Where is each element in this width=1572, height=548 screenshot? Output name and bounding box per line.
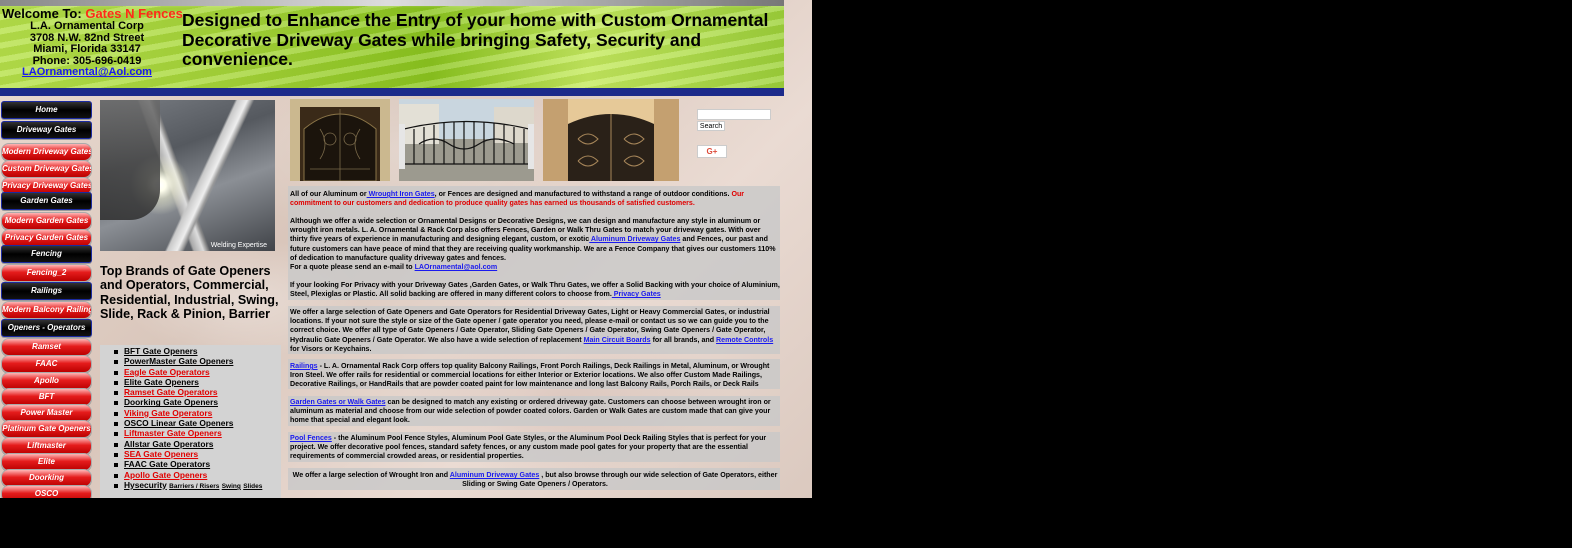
brand-name: Gates N Fences — [85, 6, 183, 21]
pool-fences-link[interactable]: Pool Fences — [290, 434, 332, 442]
search-input[interactable] — [697, 109, 771, 120]
brand-list-item: BFT Gate Openers — [110, 346, 262, 356]
brand-link[interactable]: BFT Gate Openers — [124, 346, 198, 356]
search-button[interactable]: Search — [697, 121, 725, 131]
nav-item-modern-driveway-gates[interactable]: Modern Driveway Gates — [1, 143, 92, 161]
p8-text: We offer a large selection of Wrought Ir… — [292, 471, 450, 479]
paragraph-pool-fences: Pool Fences - the Aluminum Pool Fence St… — [290, 434, 780, 462]
nav-item-platinum-gate-openers[interactable]: Platinum Gate Openers — [1, 420, 92, 438]
brand-link[interactable]: OSCO Linear Gate Openers — [124, 418, 233, 428]
paragraph-designs: Although we offer a wide selection or Or… — [290, 217, 780, 272]
brand-link[interactable]: Viking Gate Operators — [124, 408, 212, 418]
brand-list-item: FAAC Gate Operators — [110, 459, 262, 469]
brand-link[interactable]: Ramset Gate Operators — [124, 387, 218, 397]
brand-list-item: Allstar Gate Operators — [110, 439, 262, 449]
nav-item-fencing-2[interactable]: Fencing_2 — [1, 264, 92, 282]
header-banner: Welcome To: Gates N Fences L.A. Ornament… — [0, 0, 784, 96]
brand-link[interactable]: Allstar Gate Operators — [124, 439, 213, 449]
brand-link[interactable]: FAAC Gate Operators — [124, 459, 210, 469]
brand-link[interactable]: PowerMaster Gate Openers — [124, 356, 233, 366]
brands-heading: Top Brands of Gate Openers and Operators… — [100, 264, 279, 322]
paragraph-privacy: If your looking For Privacy with your Dr… — [290, 281, 780, 299]
railings-link[interactable]: Railings — [290, 362, 318, 370]
p3-text: If your looking For Privacy with your Dr… — [290, 281, 780, 299]
header-bottom-strip — [0, 88, 784, 96]
p4-text-b: for all brands, and — [650, 335, 717, 344]
p7-text: - the Aluminum Pool Fence Styles, Alumin… — [290, 434, 767, 461]
p5-text: - L. A. Ornamental Rack Corp offers top … — [290, 362, 770, 389]
welder-figure — [100, 100, 160, 220]
nav-item-home[interactable]: Home — [1, 101, 92, 119]
brand-link[interactable]: SEA Gate Openers — [124, 449, 198, 459]
nav-item-openers-operators[interactable]: Openers - Operators — [1, 319, 92, 337]
aluminum-driveway-gates-link-2[interactable]: Aluminum Driveway Gates — [450, 471, 540, 479]
brand-list-item: Viking Gate Operators — [110, 408, 262, 418]
p1-text-b: , or Fences are designed and manufacture… — [434, 190, 730, 198]
paragraph-garden-gates: Garden Gates or Walk Gates can be design… — [290, 398, 780, 426]
brand-link[interactable]: Liftmaster Gate Openers — [124, 428, 222, 438]
paragraph-closing: We offer a large selection of Wrought Ir… — [290, 471, 780, 489]
brand-list-item: Apollo Gate Openers — [110, 470, 262, 480]
welcome-text: Welcome To: Gates N Fences — [2, 6, 183, 21]
nav-item-ramset[interactable]: Ramset — [1, 338, 92, 356]
brand-list-item: Liftmaster Gate Openers — [110, 428, 262, 438]
brand-list-item: OSCO Linear Gate Openers — [110, 418, 262, 428]
brand-list-item: Eagle Gate Operators — [110, 367, 262, 377]
p2-quote-text: For a quote please send an e-mail to — [290, 263, 415, 272]
welding-image: Welding Expertise — [100, 100, 275, 251]
p1-text: All of our Aluminum or — [290, 190, 367, 198]
paragraph-openers: We offer a large selection of Gate Opene… — [290, 308, 780, 354]
nav-item-custom-driveway-gates[interactable]: Custom Driveway Gates — [1, 160, 92, 178]
nav-item-driveway-gates[interactable]: Driveway Gates — [1, 121, 92, 139]
google-plus-button[interactable]: G+ — [697, 145, 727, 158]
page: Welcome To: Gates N Fences L.A. Ornament… — [0, 0, 812, 498]
brand-list-item: SEA Gate Openers — [110, 449, 262, 459]
nav-item-modern-garden-gates[interactable]: Modern Garden Gates — [1, 212, 92, 230]
nav-item-railings[interactable]: Railings — [1, 282, 92, 300]
brands-list: BFT Gate Openers PowerMaster Gate Openers… — [110, 346, 262, 492]
gate-image-scroll — [543, 99, 679, 181]
hysecurity-barriers-link[interactable]: Barriers / Risers — [169, 483, 219, 490]
brand-link[interactable]: Eagle Gate Operators — [124, 367, 210, 377]
garden-gates-link[interactable]: Garden Gates or Walk Gates — [290, 398, 386, 406]
brand-list-item: PowerMaster Gate Openers — [110, 356, 262, 366]
brand-list-item: Elite Gate Openers — [110, 377, 262, 387]
gate-image-driveway — [399, 99, 534, 181]
hysecurity-swing-link[interactable]: Swing — [222, 483, 241, 490]
quote-email-link[interactable]: LAOrnamental@aol.com — [415, 263, 498, 271]
brand-list-item: Ramset Gate Operators — [110, 387, 262, 397]
brand-link[interactable]: Elite Gate Openers — [124, 377, 199, 387]
welcome-prefix: Welcome To: — [2, 6, 82, 21]
brand-list-item: Doorking Gate Openers — [110, 397, 262, 407]
hysecurity-link[interactable]: Hysecurity — [124, 480, 167, 490]
company-name: L.A. Ornamental Corp — [30, 20, 144, 32]
email-link[interactable]: LAOrnamental@Aol.com — [22, 66, 152, 79]
nav-item-osco[interactable]: OSCO — [1, 485, 92, 498]
welding-caption: Welding Expertise — [210, 242, 267, 249]
privacy-gates-link[interactable]: Privacy Gates — [612, 290, 661, 298]
wrought-iron-gates-link[interactable]: Wrought Iron Gates — [367, 190, 435, 198]
brand-link[interactable]: Doorking Gate Openers — [124, 397, 218, 407]
gate-image-arched-door — [290, 99, 390, 181]
company-address: L.A. Ornamental Corp 3708 N.W. 82nd Stre… — [0, 20, 174, 79]
paragraph-railings: Railings - L. A. Ornamental Rack Corp of… — [290, 362, 780, 390]
nav-item-modern-balcony-railings[interactable]: Modern Balcony Railings — [1, 301, 92, 319]
brand-list-item-hysecurity: Hysecurity Barriers / Risers Swing Slide… — [110, 480, 262, 492]
p4-text-c: for Visors or Keychains. — [290, 344, 372, 353]
hysecurity-slides-link[interactable]: Slides — [243, 483, 262, 490]
brand-link[interactable]: Apollo Gate Openers — [124, 470, 207, 480]
paragraph-intro: All of our Aluminum or Wrought Iron Gate… — [290, 190, 780, 208]
aluminum-driveway-gates-link[interactable]: Aluminum Driveway Gates — [589, 235, 681, 243]
page-tagline: Designed to Enhance the Entry of your ho… — [182, 10, 769, 69]
nav-item-garden-gates[interactable]: Garden Gates — [1, 192, 92, 210]
nav-item-faac[interactable]: FAAC — [1, 355, 92, 373]
remote-controls-link[interactable]: Remote Controls — [716, 336, 773, 344]
main-circuit-boards-link[interactable]: Main Circuit Boards — [584, 336, 651, 344]
nav-item-fencing[interactable]: Fencing — [1, 245, 92, 263]
